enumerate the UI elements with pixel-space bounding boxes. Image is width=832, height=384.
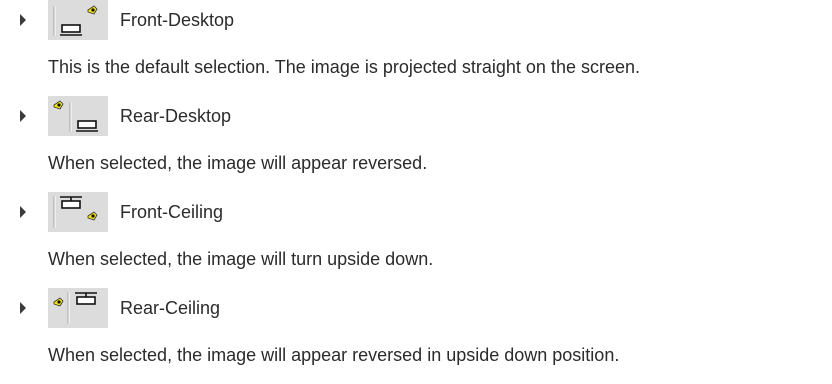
mode-description: This is the default selection. The image… — [48, 57, 640, 77]
triangle-bullet-icon — [20, 14, 26, 26]
mode-description: When selected, the image will appear rev… — [48, 345, 620, 365]
mode-description: When selected, the image will appear rev… — [48, 153, 428, 173]
triangle-bullet-icon — [20, 110, 26, 122]
mode-label: Rear-Ceiling — [120, 298, 221, 318]
projector-front-ceiling-icon — [48, 192, 108, 232]
mode-heading: Rear-Ceiling — [0, 288, 832, 328]
projector-front-desktop-icon — [48, 0, 108, 40]
mode-description: When selected, the image will turn upsid… — [48, 249, 434, 269]
mode-heading: Front-Ceiling — [0, 192, 832, 232]
mode-label: Rear-Desktop — [120, 106, 232, 126]
mode-label: Front-Desktop — [120, 10, 235, 30]
projector-rear-desktop-icon — [48, 96, 108, 136]
triangle-bullet-icon — [20, 302, 26, 314]
projector-rear-ceiling-icon — [48, 288, 108, 328]
triangle-bullet-icon — [20, 206, 26, 218]
mode-label: Front-Ceiling — [120, 202, 224, 222]
mode-heading: Front-Desktop — [0, 0, 832, 40]
mode-heading: Rear-Desktop — [0, 96, 832, 136]
